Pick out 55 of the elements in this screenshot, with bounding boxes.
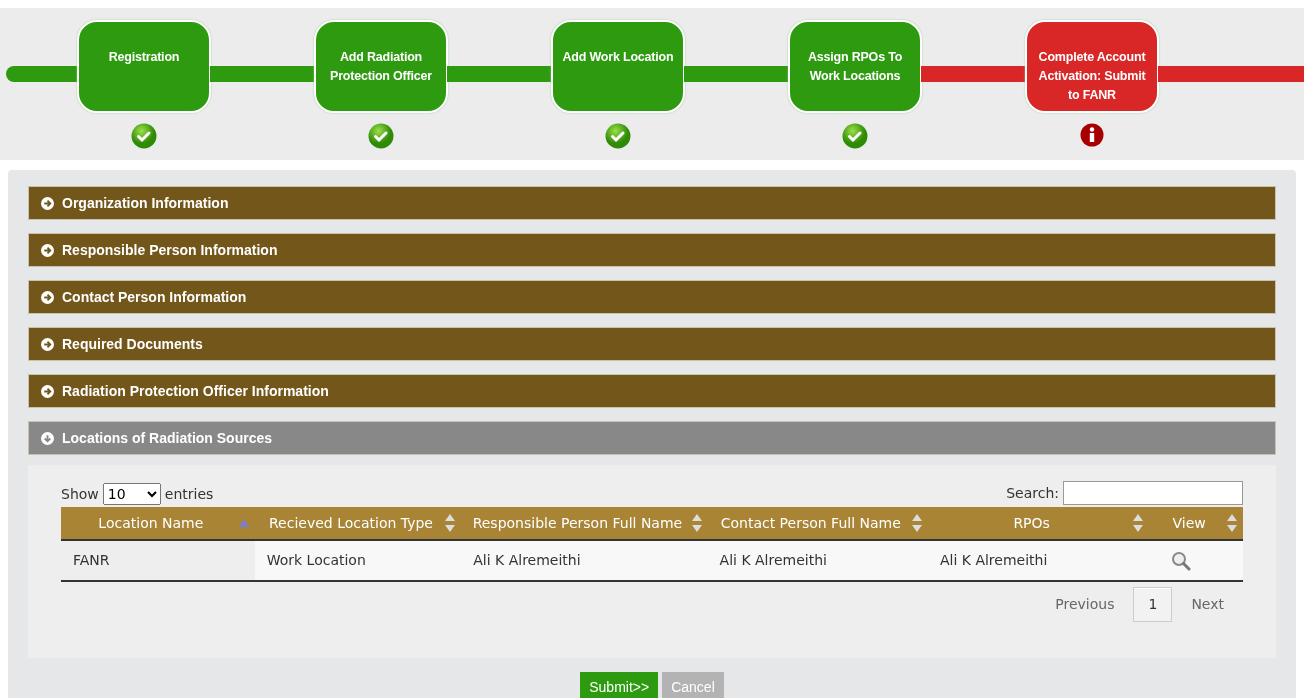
sort-ascending-icon: [238, 519, 249, 527]
entries-label: entries: [164, 484, 214, 504]
right-arrow-icon: [41, 290, 54, 304]
step-box[interactable]: Registration: [77, 20, 211, 113]
search-field[interactable]: [1063, 481, 1243, 505]
section-title: Responsible Person Information: [62, 240, 278, 260]
check-icon: [131, 123, 157, 149]
step-box[interactable]: Assign RPOs To Work Locations: [788, 20, 922, 113]
next-button[interactable]: Next: [1176, 587, 1239, 622]
step-box[interactable]: Add Work Location: [551, 20, 685, 113]
section-header[interactable]: Responsible Person Information: [28, 233, 1276, 267]
section-header[interactable]: Radiation Protection Officer Information: [28, 374, 1276, 408]
column-header[interactable]: View: [1149, 507, 1243, 540]
section-title: Required Documents: [62, 334, 203, 354]
section-title: Organization Information: [62, 193, 229, 213]
column-header[interactable]: Responsible Person Full Name: [461, 507, 708, 540]
page-button[interactable]: 1: [1133, 587, 1173, 622]
table-cell: FANR: [73, 552, 110, 568]
table-cell: Ali K Alremeithi: [719, 552, 827, 568]
step-box[interactable]: Complete Account Activation: Submit to FANR: [1025, 20, 1159, 113]
sort-icon: [1133, 514, 1144, 532]
section-header[interactable]: Required Documents: [28, 327, 1276, 361]
section-title: Radiation Protection Officer Information: [62, 381, 329, 401]
sort-icon: [1227, 514, 1237, 532]
table-cell: Ali K Alremeithi: [473, 552, 581, 568]
section-header[interactable]: Contact Person Information: [28, 280, 1276, 314]
table-cell: Ali K Alremeithi: [939, 552, 1048, 568]
section-title: Locations of Radiation Sources: [62, 428, 273, 448]
info-icon: [1080, 123, 1104, 147]
table-cell: Work Location: [266, 552, 366, 568]
right-arrow-icon: [41, 196, 54, 210]
step-box[interactable]: Add Radiation Protection Officer: [314, 20, 448, 113]
search-label: Search:: [1006, 483, 1059, 503]
submit-button[interactable]: Submit>>: [580, 672, 659, 698]
column-header[interactable]: Recieved Location Type: [254, 507, 462, 540]
section-header[interactable]: Organization Information: [28, 186, 1276, 220]
down-arrow-icon: [41, 431, 54, 445]
page-size-select[interactable]: 10: [102, 483, 161, 505]
section-title: Contact Person Information: [62, 287, 247, 307]
previous-button[interactable]: Previous: [1040, 587, 1130, 622]
right-arrow-icon: [41, 337, 54, 351]
check-icon: [605, 123, 631, 149]
right-arrow-icon: [41, 384, 54, 398]
check-icon: [368, 123, 394, 149]
show-label: Show: [61, 484, 99, 504]
column-header[interactable]: Location Name: [61, 507, 255, 540]
sort-icon: [445, 514, 456, 532]
right-arrow-icon: [41, 243, 54, 257]
column-header[interactable]: RPOs: [927, 507, 1150, 540]
sort-icon: [691, 514, 702, 532]
check-icon: [842, 123, 868, 149]
column-header[interactable]: Contact Person Full Name: [707, 507, 928, 540]
sort-icon: [911, 514, 922, 532]
section-header[interactable]: Locations of Radiation Sources: [28, 421, 1276, 455]
search-icon[interactable]: [1171, 551, 1192, 571]
